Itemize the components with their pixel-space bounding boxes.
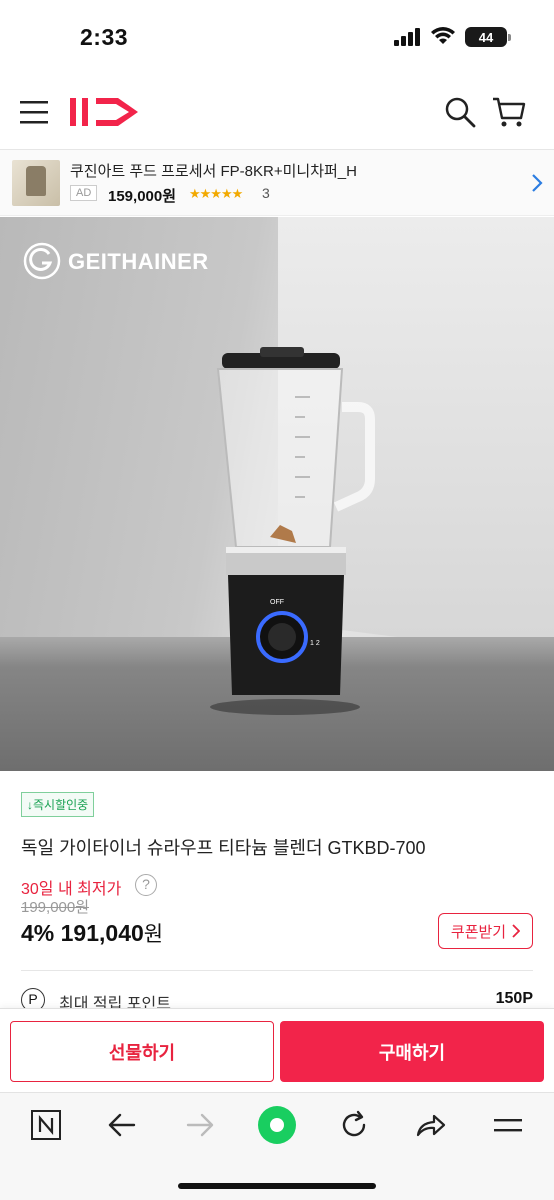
divider	[21, 970, 533, 971]
home-indicator	[178, 1183, 376, 1189]
points-value: 150P	[495, 990, 533, 1007]
original-price: 199,000원	[21, 899, 90, 916]
blender-illustration: OFF 1 2	[210, 347, 375, 715]
forward-arrow-icon[interactable]	[184, 1109, 216, 1141]
g-logo-icon	[23, 242, 61, 280]
ad-product-thumbnail	[12, 160, 60, 206]
menu-icon[interactable]	[492, 1109, 524, 1141]
share-icon[interactable]	[414, 1109, 446, 1141]
help-icon[interactable]: ?	[135, 874, 157, 896]
status-bar: 2:33 44	[0, 0, 554, 74]
chevron-right-icon	[512, 924, 521, 938]
product-title: 독일 가이타이너 슈라우프 티타늄 블렌더 GTKBD-700	[21, 838, 426, 858]
green-dot-icon[interactable]	[257, 1105, 297, 1145]
11st-logo[interactable]	[68, 94, 144, 130]
battery-icon: 44	[465, 27, 511, 47]
reload-icon[interactable]	[338, 1109, 370, 1141]
brand-name: GEITHAINER	[68, 249, 209, 274]
chevron-right-icon	[532, 174, 543, 192]
site-header	[0, 74, 554, 150]
wifi-icon	[431, 27, 455, 44]
discount-percent: 4%	[21, 920, 55, 946]
product-image[interactable]: GEITHAINER OFF 1 2	[0, 217, 554, 771]
review-count: 3	[262, 185, 270, 201]
svg-text:1 2: 1 2	[310, 640, 320, 647]
instant-discount-badge: ↓즉시할인중	[21, 792, 95, 817]
cellular-signal-icon	[394, 28, 420, 46]
price-value: 191,040	[60, 920, 144, 946]
gift-button[interactable]: 선물하기	[10, 1021, 274, 1082]
search-icon[interactable]	[444, 96, 476, 128]
rating-stars: ★★★★★	[189, 186, 243, 201]
naver-home-icon[interactable]	[30, 1109, 62, 1141]
ad-product-title: 쿠진아트 푸드 프로세서 FP-8KR+미니차퍼_H	[70, 163, 357, 180]
price-currency: 원	[143, 923, 164, 946]
sale-price: 4% 191,040원	[21, 918, 163, 948]
svg-text:OFF: OFF	[270, 599, 284, 606]
get-coupon-button[interactable]: 쿠폰받기	[438, 913, 533, 949]
ad-product-price: 159,000원	[108, 188, 177, 205]
purchase-action-bar: 선물하기 구매하기	[0, 1008, 554, 1092]
ad-product-banner[interactable]: 쿠진아트 푸드 프로세서 FP-8KR+미니차퍼_H AD 159,000원 ★…	[0, 150, 554, 216]
status-time: 2:33	[80, 24, 129, 50]
cart-icon[interactable]	[492, 96, 526, 128]
ad-label: AD	[70, 185, 98, 201]
hamburger-menu-icon[interactable]	[20, 99, 48, 125]
buy-button[interactable]: 구매하기	[280, 1021, 544, 1082]
back-arrow-icon[interactable]	[106, 1109, 138, 1141]
coupon-label: 쿠폰받기	[450, 923, 507, 941]
brand-logo: GEITHAINER	[22, 241, 222, 281]
